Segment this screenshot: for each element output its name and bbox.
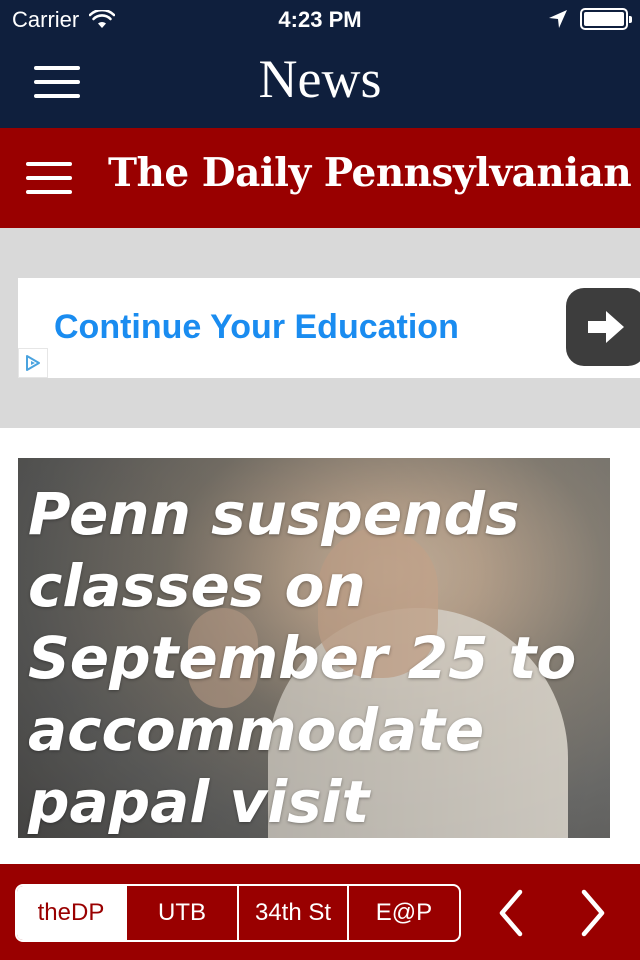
segment-thedp[interactable]: theDP <box>17 886 125 940</box>
chevron-right-icon <box>581 889 605 937</box>
arrow-right-icon <box>588 311 624 343</box>
publication-segmented-control: theDP UTB 34th St E@P <box>15 884 461 942</box>
next-button[interactable] <box>568 886 618 940</box>
featured-story[interactable]: Penn suspends classes on September 25 to… <box>18 458 610 838</box>
adchoices-icon[interactable] <box>18 348 48 378</box>
ad-arrow-button[interactable] <box>566 288 640 366</box>
segment-34th-st[interactable]: 34th St <box>237 886 347 940</box>
previous-button[interactable] <box>486 886 536 940</box>
page-title: News <box>258 49 382 109</box>
ad-container: Continue Your Education <box>0 228 640 428</box>
battery-icon <box>580 8 632 30</box>
status-right-group <box>548 8 632 30</box>
ad-text[interactable]: Continue Your Education <box>54 308 459 347</box>
brand-logo[interactable]: The Daily Pennsylvanian <box>108 150 632 196</box>
segment-eap[interactable]: E@P <box>347 886 459 940</box>
story-headline[interactable]: Penn suspends classes on September 25 to… <box>28 478 608 838</box>
status-time: 4:23 PM <box>278 7 362 32</box>
chevron-left-icon <box>499 889 523 937</box>
segment-utb[interactable]: UTB <box>125 886 237 940</box>
bottom-toolbar: theDP UTB 34th St E@P <box>0 864 640 960</box>
masthead: The Daily Pennsylvanian <box>0 128 640 228</box>
section-menu-button[interactable] <box>26 162 72 194</box>
ad-banner[interactable]: Continue Your Education <box>18 278 640 378</box>
status-bar: Carrier 4:23 PM <box>0 0 640 40</box>
navigation-header: Carrier 4:23 PM News <box>0 0 640 128</box>
location-arrow-icon <box>549 10 567 28</box>
